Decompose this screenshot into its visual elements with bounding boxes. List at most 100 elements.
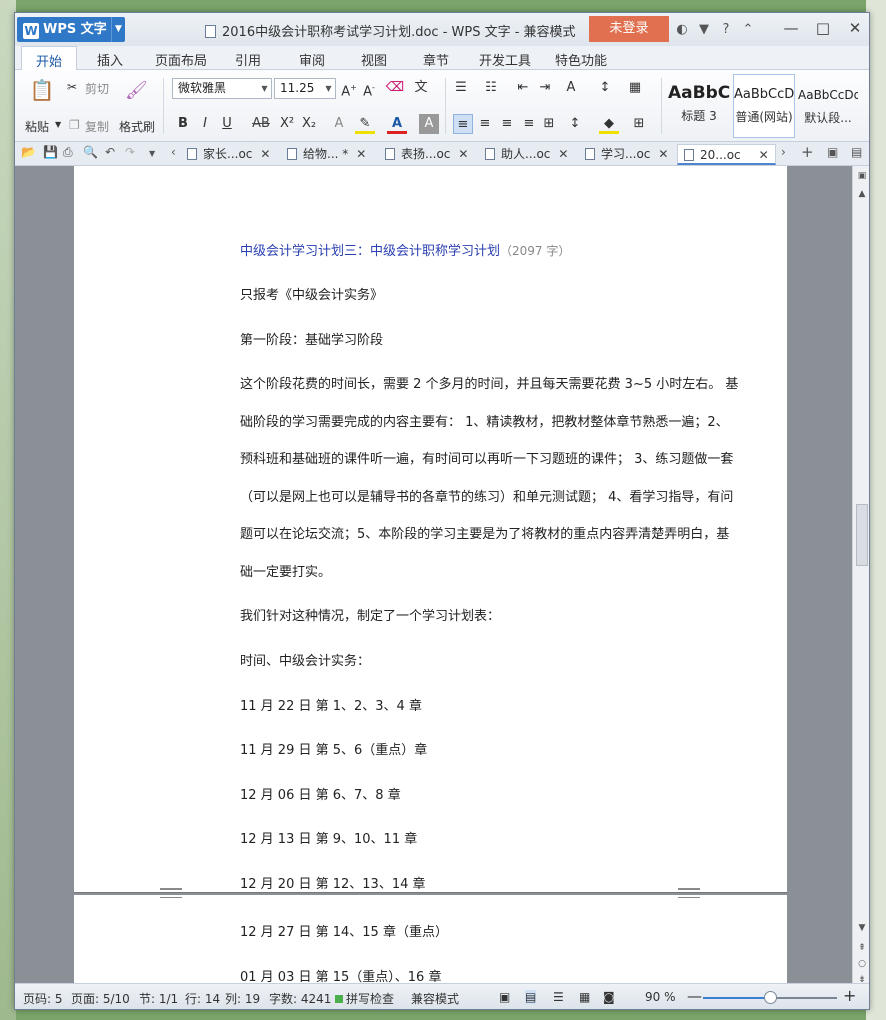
- doc-tab[interactable]: 助人...oc ✕: [485, 144, 568, 165]
- paste-icon[interactable]: 📋: [29, 80, 55, 106]
- tab-list-icon[interactable]: ▣: [827, 145, 838, 159]
- distribute-icon[interactable]: ⊞: [539, 114, 559, 134]
- zoom-slider[interactable]: [703, 991, 837, 1004]
- paragraph[interactable]: 时间、中级会计实务：: [240, 650, 370, 669]
- doc-tab[interactable]: 给物... * ✕: [287, 144, 366, 165]
- font-name-select[interactable]: 微软雅黑 ▼: [172, 78, 272, 99]
- doc-tab-active[interactable]: 20...oc ✕: [677, 144, 776, 165]
- tab-chapter[interactable]: 章节: [423, 50, 449, 69]
- subscript-icon[interactable]: X₂: [299, 114, 319, 134]
- page-next[interactable]: 12 月 27 日 第 14、15 章（重点） 01 月 03 日 第 15（重…: [74, 889, 787, 983]
- grow-font-icon[interactable]: A+: [339, 78, 359, 99]
- close-icon[interactable]: ✕: [839, 15, 869, 42]
- paragraph[interactable]: 础一定要打实。: [240, 561, 331, 580]
- copy-icon[interactable]: ❐: [69, 118, 80, 132]
- paragraph[interactable]: 11 月 22 日 第 1、2、3、4 章: [240, 695, 422, 714]
- zoom-out-icon[interactable]: —: [687, 987, 702, 1005]
- font-color-icon[interactable]: A: [387, 114, 407, 134]
- scroll-up-icon[interactable]: ▲: [853, 186, 869, 202]
- doc-tab[interactable]: 学习...oc ✕: [585, 144, 668, 165]
- paragraph[interactable]: 第一阶段：基础学习阶段: [240, 329, 383, 348]
- table-icon[interactable]: ▦: [625, 78, 645, 98]
- full-screen-view-icon[interactable]: ▣: [499, 990, 510, 1004]
- bullet-list-icon[interactable]: ☰: [451, 78, 471, 98]
- scrollbar-thumb[interactable]: [856, 504, 868, 566]
- paste-dropdown-icon[interactable]: ▼: [55, 120, 61, 129]
- align-left-icon[interactable]: ≡: [453, 114, 473, 134]
- shirt-icon[interactable]: ▼: [693, 22, 715, 37]
- char-shading-icon[interactable]: A: [419, 114, 439, 134]
- zoom-in-icon[interactable]: +: [843, 986, 856, 1005]
- quick-access-dropdown-icon[interactable]: ▼: [149, 149, 155, 158]
- skin-icon[interactable]: ◐: [671, 22, 693, 37]
- select-browse-object-icon[interactable]: ○: [853, 956, 869, 972]
- document-canvas[interactable]: 中级会计学习计划三：中级会计职称学习计划（2097 字） 只报考《中级会计实务》…: [15, 166, 852, 983]
- style-heading-3[interactable]: AaBbC 标题 3: [667, 74, 731, 138]
- page-view-icon[interactable]: ▤: [525, 990, 537, 1004]
- paragraph[interactable]: 预科班和基础班的课件听一遍，有时间可以再听一下习题班的课件； 3、练习题做一套: [240, 448, 733, 467]
- clear-format-icon[interactable]: ⌫: [385, 78, 405, 98]
- tab-insert[interactable]: 插入: [97, 50, 123, 69]
- font-size-select[interactable]: 11.25 ▼: [274, 78, 336, 99]
- zoom-level[interactable]: 90 %: [645, 990, 676, 1004]
- tabs-scroll-right-icon[interactable]: ›: [781, 145, 786, 159]
- sort-icon[interactable]: ↕: [595, 78, 615, 98]
- taskpane-icon[interactable]: ▤: [851, 145, 862, 159]
- phonetic-icon[interactable]: 文: [411, 78, 431, 98]
- highlight-icon[interactable]: ✎: [355, 114, 375, 134]
- paragraph[interactable]: 础阶段的学习需要完成的内容主要有： 1、精读教材，把教材整体章节熟悉一遍；2、: [240, 411, 729, 430]
- bold-icon[interactable]: B: [173, 114, 193, 134]
- justify-icon[interactable]: ≡: [519, 114, 539, 134]
- paragraph[interactable]: 11 月 29 日 第 5、6（重点）章: [240, 739, 427, 758]
- paragraph[interactable]: 01 月 03 日 第 15（重点）、16 章: [240, 966, 441, 983]
- paragraph[interactable]: 题可以在论坛交流；5、本阶段的学习主要是为了将教材的重点内容弄清楚弄明白，基: [240, 523, 729, 542]
- wps-app-menu-button[interactable]: W WPS 文字 ▼: [17, 17, 125, 42]
- chevron-down-icon[interactable]: ▼: [111, 17, 125, 42]
- change-case-icon[interactable]: A: [561, 78, 581, 98]
- new-tab-icon[interactable]: +: [801, 143, 814, 161]
- previous-page-icon[interactable]: ⇞: [853, 940, 869, 956]
- tab-page-layout[interactable]: 页面布局: [155, 50, 207, 69]
- shading-icon[interactable]: ◆: [599, 114, 619, 134]
- style-normal-web[interactable]: AaBbCcD 普通(网站): [733, 74, 795, 138]
- paragraph[interactable]: 12 月 13 日 第 9、10、11 章: [240, 828, 417, 847]
- tab-special-features[interactable]: 特色功能: [555, 50, 607, 69]
- align-center-icon[interactable]: ≡: [475, 114, 495, 134]
- paragraph[interactable]: 12 月 27 日 第 14、15 章（重点）: [240, 921, 448, 940]
- copy-button[interactable]: 复制: [85, 118, 109, 135]
- cut-icon[interactable]: ✂: [67, 80, 77, 94]
- redo-icon[interactable]: ↷: [125, 145, 135, 159]
- login-button[interactable]: 未登录: [589, 16, 669, 42]
- outline-view-icon[interactable]: ☰: [553, 990, 564, 1004]
- paste-button[interactable]: 粘贴: [25, 118, 49, 135]
- scroll-down-icon[interactable]: ▼: [853, 920, 869, 936]
- zoom-slider-knob[interactable]: [764, 991, 777, 1004]
- paragraph[interactable]: 12 月 20 日 第 12、13、14 章: [240, 873, 426, 892]
- format-painter-icon[interactable]: 🖌: [125, 80, 148, 101]
- print-preview-icon[interactable]: 🔍: [83, 145, 98, 159]
- page[interactable]: 中级会计学习计划三：中级会计职称学习计划（2097 字） 只报考《中级会计实务》…: [74, 166, 787, 897]
- tab-developer[interactable]: 开发工具: [479, 50, 531, 69]
- strikethrough-icon[interactable]: AB: [247, 114, 275, 134]
- web-view-icon[interactable]: ▦: [579, 990, 590, 1004]
- cut-button[interactable]: 剪切: [85, 80, 109, 97]
- paragraph[interactable]: 这个阶段花费的时间长，需要 2 个多月的时间，并且每天需要花费 3~5 小时左右…: [240, 373, 738, 392]
- line-spacing-icon[interactable]: ↕: [565, 114, 585, 134]
- save-icon[interactable]: 💾: [43, 145, 58, 159]
- tab-view[interactable]: 视图: [361, 50, 387, 69]
- increase-indent-icon[interactable]: ⇥: [535, 78, 555, 98]
- tab-references[interactable]: 引用: [235, 50, 261, 69]
- align-right-icon[interactable]: ≡: [497, 114, 517, 134]
- style-default-paragraph[interactable]: AaBbCcDd 默认段...: [797, 74, 859, 138]
- superscript-icon[interactable]: X²: [277, 114, 297, 134]
- spell-check-toggle[interactable]: 拼写检查: [335, 990, 394, 1007]
- vertical-scrollbar[interactable]: ▣ ▲ ▼ ⇞ ○ ⇟: [852, 166, 869, 985]
- italic-icon[interactable]: I: [195, 114, 215, 134]
- doc-tab[interactable]: 家长...oc ✕: [187, 144, 270, 165]
- tabs-scroll-left-icon[interactable]: ‹: [171, 145, 176, 159]
- underline-icon[interactable]: U: [217, 114, 237, 134]
- document-heading[interactable]: 中级会计学习计划三：中级会计职称学习计划（2097 字）: [240, 240, 570, 259]
- decrease-indent-icon[interactable]: ⇤: [513, 78, 533, 98]
- text-effect-icon[interactable]: A: [329, 114, 349, 134]
- minimize-icon[interactable]: —: [775, 15, 807, 42]
